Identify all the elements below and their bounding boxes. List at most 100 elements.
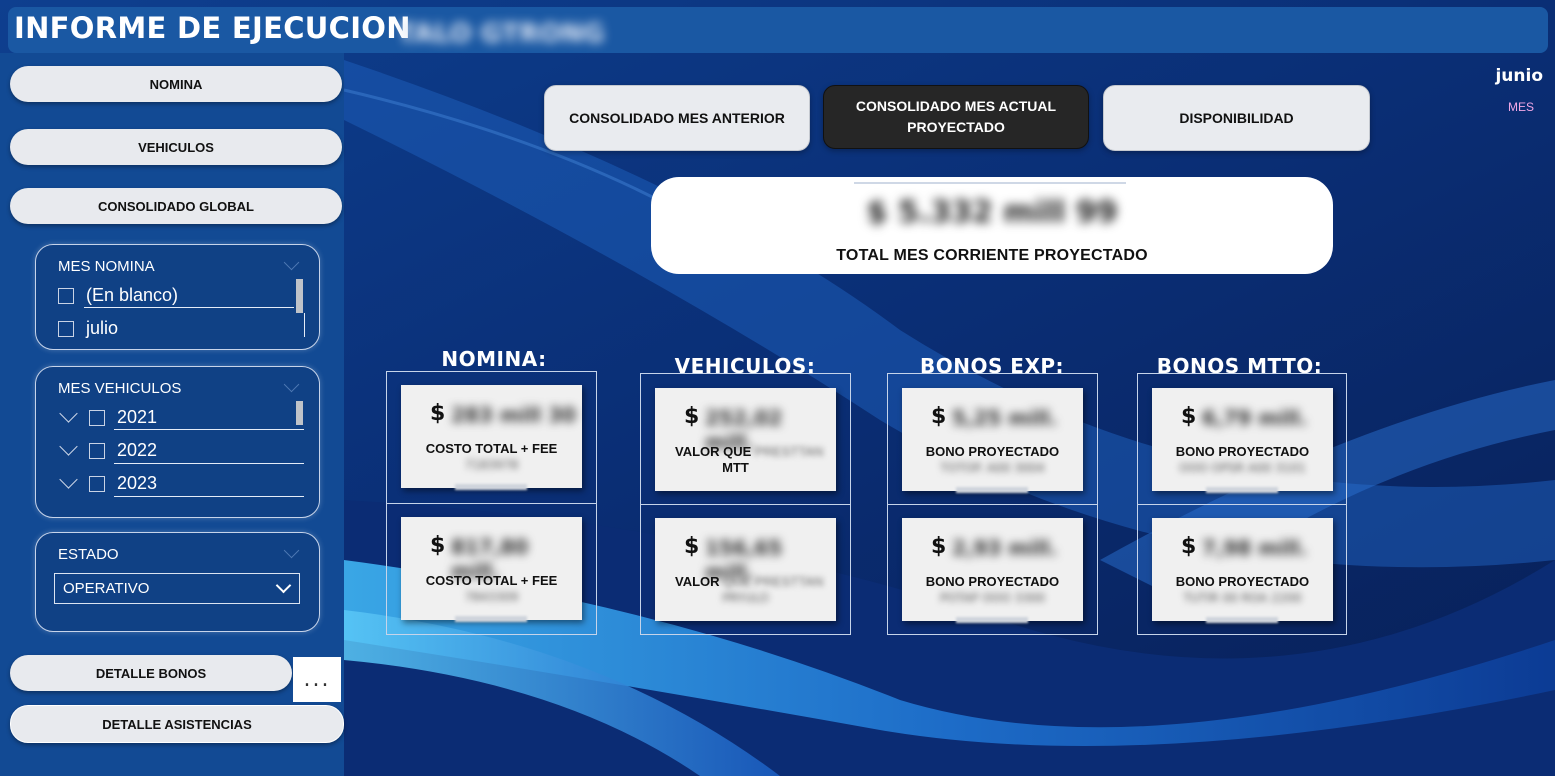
checkbox-icon[interactable] [89, 409, 105, 426]
option-label: (En blanco) [86, 285, 179, 305]
kpi-sub-redacted: 7843309 [464, 590, 519, 604]
kpi-card: $ 156,65 mill. VALOR QUE PRESTTAN PRYULO [655, 518, 836, 621]
redacted-bar [455, 616, 527, 622]
kpi-label: BONO PROYECTADO [925, 444, 1060, 459]
tab-consolidado-mes-anterior[interactable]: CONSOLIDADO MES ANTERIOR [544, 85, 810, 151]
kpi-label-redacted: PRESTTAN [754, 444, 824, 459]
group-bonos-exp: $ 5,25 mill. BONO PROYECTADO TOTOP. A00 … [887, 373, 1098, 635]
kpi-label: BONO PROYECTADO [1175, 574, 1310, 589]
kpi-value-redacted: 6,79 mill. [1202, 406, 1308, 430]
slicer-option-2023[interactable]: 2023 [59, 470, 158, 494]
divider [387, 503, 596, 504]
checkbox-icon[interactable] [58, 287, 74, 304]
currency-symbol: $ [684, 534, 700, 559]
kpi-label-text: VALOR QUE [675, 444, 752, 459]
kpi-card: $ 5,25 mill. BONO PROYECTADO TOTOP. A00 … [902, 388, 1083, 493]
divider [888, 504, 1097, 505]
kpi-card: $ 283 mill 30 COSTO TOTAL + FEE 7183978 [401, 385, 582, 490]
divider [1138, 504, 1346, 505]
chevron-down-icon[interactable] [283, 254, 300, 271]
divider [114, 496, 304, 497]
expand-chevron-icon[interactable] [59, 404, 78, 423]
kpi-label-redacted: QUE PRESTTAN [723, 574, 824, 589]
kpi-card: $ 2,93 mill. BONO PROYECTADO POTAP OOO 3… [902, 518, 1083, 623]
slicer-mes-nomina: MES NOMINA (En blanco) julio [35, 244, 320, 350]
divider [854, 182, 1126, 184]
kpi-label: BONO PROYECTADO [925, 574, 1060, 589]
slicer-option-julio[interactable]: julio [58, 318, 118, 339]
total-label: TOTAL MES CORRIENTE PROYECTADO [836, 247, 1148, 264]
redacted-bar [1206, 617, 1278, 623]
kpi-label-text: VALOR [675, 574, 720, 589]
kpi-sub-redacted: PRYULO [722, 591, 769, 605]
slicer-title: ESTADO [58, 546, 119, 563]
currency-symbol: $ [1181, 404, 1197, 429]
option-label: 2022 [117, 440, 158, 460]
nav-button-consolidado-global[interactable]: CONSOLIDADO GLOBAL [10, 188, 342, 224]
option-label: 2021 [117, 407, 158, 427]
kpi-label: COSTO TOTAL + FEE [425, 441, 558, 456]
slicer-option-2022[interactable]: 2022 [59, 437, 158, 461]
currency-symbol: $ [684, 404, 700, 429]
more-options-icon[interactable]: ... [293, 657, 341, 702]
kpi-label: VALOR QUE PRESTTAN [675, 574, 823, 589]
kpi-label: COSTO TOTAL + FEE [425, 573, 558, 588]
kpi-card: $ 7,98 mill. BONO PROYECTADO TUTIR 00 RO… [1152, 518, 1333, 623]
month-value: junio [1495, 66, 1543, 86]
currency-symbol: $ [1181, 534, 1197, 559]
redacted-bar [455, 484, 527, 490]
kpi-sub-redacted: 7183978 [464, 458, 519, 472]
group-title-nomina: NOMINA: [441, 347, 547, 371]
tab-consolidado-mes-actual-proyectado[interactable]: CONSOLIDADO MES ACTUAL PROYECTADO [823, 85, 1089, 149]
group-nomina: $ 283 mill 30 COSTO TOTAL + FEE 7183978 … [386, 371, 597, 635]
title-bar: INFORME DE EJECUCION TALO GTRONG [8, 7, 1548, 53]
scrollbar[interactable] [296, 401, 303, 425]
slicer-title: MES NOMINA [58, 258, 155, 275]
currency-symbol: $ [931, 404, 947, 429]
kpi-value-redacted: 283 mill 30 [451, 403, 576, 427]
kpi-value-redacted: 5,25 mill. [952, 406, 1058, 430]
redacted-bar [956, 487, 1028, 493]
chevron-down-icon[interactable] [283, 376, 300, 393]
group-bonos-mtto: $ 6,79 mill. BONO PROYECTADO OOO OPSR A0… [1137, 373, 1347, 635]
scrollbar[interactable] [296, 279, 303, 313]
slicer-title: MES VEHICULOS [58, 380, 182, 397]
checkbox-icon[interactable] [58, 320, 74, 337]
divider [304, 313, 305, 337]
chevron-down-icon[interactable] [283, 542, 300, 559]
detalle-asistencias-button[interactable]: DETALLE ASISTENCIAS [10, 705, 344, 743]
estado-dropdown[interactable]: OPERATIVO [54, 573, 300, 604]
slicer-option-2021[interactable]: 2021 [59, 404, 158, 428]
expand-chevron-icon[interactable] [59, 437, 78, 456]
total-value: $ 5.332 mill 99 [866, 195, 1118, 230]
option-label: julio [86, 318, 119, 338]
nav-button-vehiculos[interactable]: VEHICULOS [10, 129, 342, 165]
nav-button-nomina[interactable]: NOMINA [10, 66, 342, 102]
redacted-bar [1206, 487, 1278, 493]
slicer-mes-vehiculos: MES VEHICULOS 2021 2022 2023 [35, 366, 320, 518]
currency-symbol: $ [430, 533, 446, 558]
detalle-bonos-button[interactable]: DETALLE BONOS [10, 655, 292, 691]
expand-chevron-icon[interactable] [59, 470, 78, 489]
page-subtitle-redacted: TALO GTRONG [398, 19, 605, 49]
kpi-value-redacted: 2,93 mill. [952, 536, 1058, 560]
kpi-card: $ 6,79 mill. BONO PROYECTADO OOO OPSR A0… [1152, 388, 1333, 493]
kpi-label: VALOR QUE PRESTTAN [675, 444, 823, 459]
chevron-down-icon[interactable] [275, 577, 292, 594]
dropdown-value: OPERATIVO [63, 580, 150, 597]
currency-symbol: $ [931, 534, 947, 559]
checkbox-icon[interactable] [89, 475, 105, 492]
option-label: 2023 [117, 473, 158, 493]
kpi-label-line2: MTT [722, 460, 749, 475]
divider [114, 429, 304, 430]
checkbox-icon[interactable] [89, 442, 105, 459]
redacted-bar [956, 617, 1028, 623]
slicer-option-en-blanco[interactable]: (En blanco) [58, 285, 178, 306]
currency-symbol: $ [430, 401, 446, 426]
month-label: MES [1507, 100, 1534, 114]
page-title: INFORME DE EJECUCION [14, 11, 411, 45]
divider [114, 463, 304, 464]
kpi-value-redacted: 7,98 mill. [1202, 536, 1308, 560]
tab-disponibilidad[interactable]: DISPONIBILIDAD [1103, 85, 1370, 151]
group-vehiculos: $ 252,02 mill. VALOR QUE PRESTTAN MTT $ … [640, 373, 851, 635]
